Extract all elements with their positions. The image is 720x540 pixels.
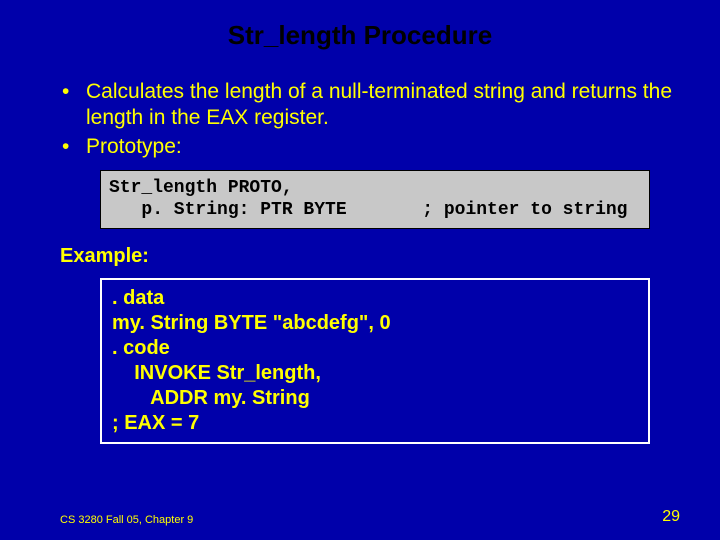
footer-course: CS 3280 Fall 05, Chapter 9	[60, 514, 193, 526]
bullet-item: • Prototype:	[62, 134, 680, 160]
bullet-text: Calculates the length of a null-terminat…	[86, 79, 680, 132]
example-label: Example:	[0, 245, 720, 268]
bullet-mark: •	[62, 134, 86, 160]
bullet-list: • Calculates the length of a null-termin…	[0, 79, 720, 160]
prototype-code-box: Str_length PROTO, p. String: PTR BYTE ; …	[100, 170, 650, 229]
bullet-mark: •	[62, 79, 86, 132]
footer: CS 3280 Fall 05, Chapter 9 29	[60, 508, 680, 526]
bullet-item: • Calculates the length of a null-termin…	[62, 79, 680, 132]
page-number: 29	[662, 508, 680, 526]
bullet-text: Prototype:	[86, 134, 680, 160]
example-code-box: . data my. String BYTE "abcdefg", 0 . co…	[100, 278, 650, 444]
slide-title: Str_length Procedure	[0, 0, 720, 79]
